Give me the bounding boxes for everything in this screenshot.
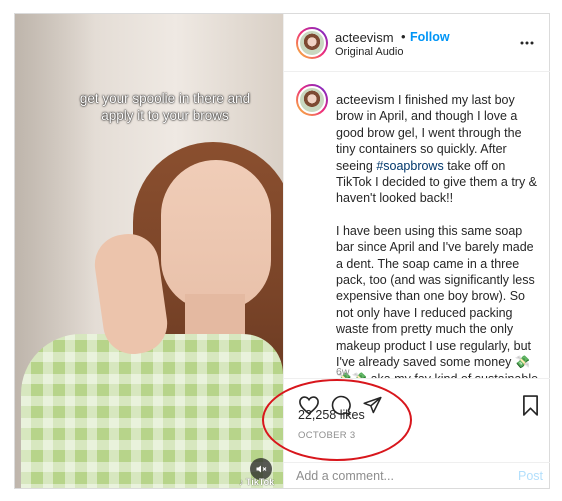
caption-avatar[interactable] [296,84,328,116]
comment-input[interactable] [296,468,496,484]
caption-paragraph-2: I have been using this same soap bar sin… [336,223,539,379]
bookmark-icon[interactable] [522,395,539,416]
post-comment-button[interactable]: Post [518,469,543,483]
post-frame: get your spoolie in there and apply it t… [14,13,550,489]
author-username[interactable]: acteevism [335,30,394,45]
muted-speaker-icon [256,465,267,473]
original-audio-link[interactable]: Original Audio [335,46,404,58]
post-date: OCTOBER 3 [298,430,356,441]
tiktok-watermark: ♪ TikTok [239,477,274,487]
hashtag-link[interactable]: #soapbrows [376,159,443,173]
avatar[interactable] [296,27,328,59]
tiktok-watermark-label: TikTok [246,477,275,487]
person-face [161,160,271,310]
more-options-button[interactable] [520,32,534,48]
comment-bar: Post [284,463,550,488]
paper-plane-icon[interactable] [362,395,383,415]
follow-button[interactable]: Follow [410,30,450,44]
tiktok-logo-icon: ♪ [239,477,244,487]
post-side-panel: acteevism • Follow Original Audio acteev… [283,14,550,488]
video-overlay-text: get your spoolie in there and apply it t… [79,91,251,123]
caption-username[interactable]: acteevism [336,92,395,107]
post-caption: acteevism I finished my last boy brow in… [336,92,542,379]
caption-time-ago: 6w [336,366,350,378]
more-horizontal-icon [520,41,534,45]
post-video[interactable]: get your spoolie in there and apply it t… [15,14,283,488]
person-shirt [21,334,283,488]
post-header: acteevism • Follow Original Audio [284,14,550,72]
separator-dot: • [401,29,406,44]
likes-count[interactable]: 22,258 likes [298,408,365,422]
caption-section: acteevism I finished my last boy brow in… [284,72,550,379]
